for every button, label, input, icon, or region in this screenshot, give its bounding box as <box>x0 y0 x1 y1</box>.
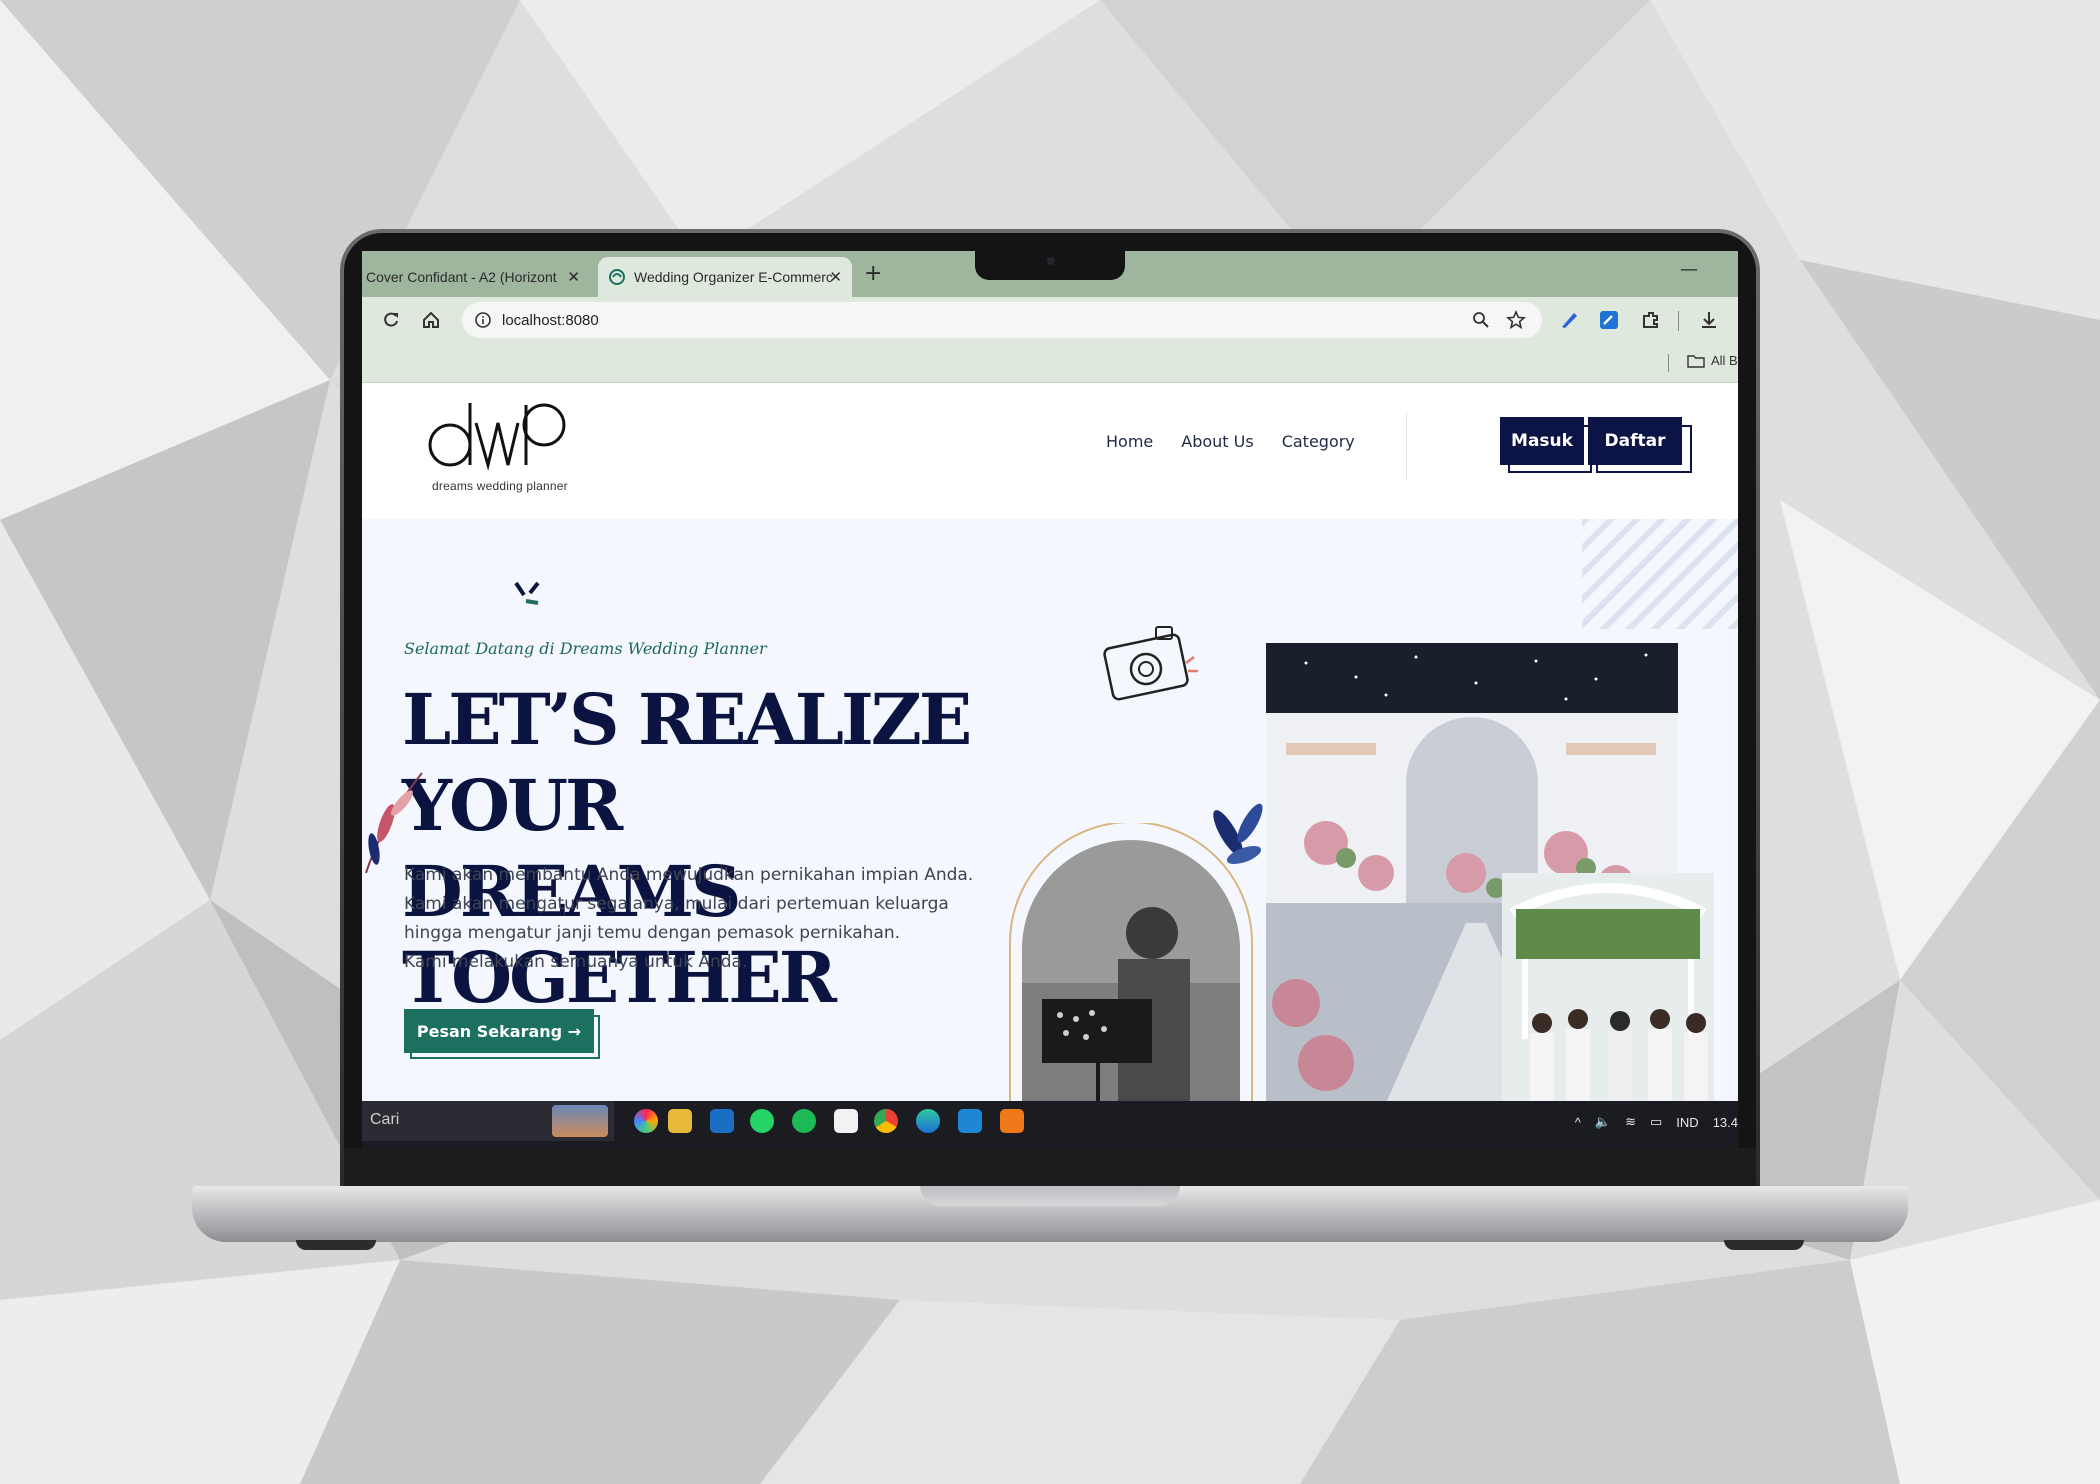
description-line: Kami melakukan semuanya untuk Anda. <box>404 952 748 972</box>
wifi-icon[interactable]: ≋ <box>1625 1114 1636 1130</box>
main-nav: Home About Us Category <box>1106 432 1355 451</box>
url-text: localhost:8080 <box>502 311 599 329</box>
store-icon[interactable] <box>834 1109 858 1133</box>
clock[interactable]: 13.4 <box>1713 1115 1738 1130</box>
whatsapp-icon[interactable] <box>750 1109 774 1133</box>
decorative-stripes <box>1582 519 1738 629</box>
extension-pen-icon[interactable] <box>1558 309 1580 331</box>
extension-edit-icon[interactable] <box>1598 309 1620 331</box>
hero-description: Kami akan membantu Anda mewujudkan perni… <box>404 861 1004 977</box>
toolbar-divider <box>1678 311 1679 331</box>
chrome-icon[interactable] <box>874 1109 898 1133</box>
close-icon[interactable]: ✕ <box>829 268 842 286</box>
order-now-button[interactable]: Pesan Sekarang → <box>404 1009 594 1053</box>
star-icon[interactable] <box>1506 310 1526 330</box>
windows-taskbar: Cari ^ 🔈 ≋ ▭ IND 13.4 <box>362 1101 1738 1148</box>
tab-inactive[interactable]: Cover Confidant - A2 (Horizont ✕ <box>362 257 590 297</box>
laptop-foot <box>296 1240 376 1250</box>
language-indicator[interactable]: IND <box>1676 1115 1698 1130</box>
site-favicon-icon <box>609 269 625 285</box>
outlook-icon[interactable] <box>710 1109 734 1133</box>
close-icon[interactable]: ✕ <box>567 268 580 286</box>
reload-icon[interactable] <box>380 309 402 331</box>
logo-subtitle: dreams wedding planner <box>432 479 568 493</box>
spotify-icon[interactable] <box>792 1109 816 1133</box>
edge-icon[interactable] <box>916 1109 940 1133</box>
tab-active[interactable]: Wedding Organizer E-Commerc ✕ <box>598 257 852 297</box>
bookmark-divider <box>1668 354 1669 372</box>
nav-about-us[interactable]: About Us <box>1181 432 1253 451</box>
tab-title: Wedding Organizer E-Commerc <box>634 269 833 285</box>
hero-tagline: Selamat Datang di Dreams Wedding Planner <box>404 639 767 658</box>
home-icon[interactable] <box>420 309 442 331</box>
download-icon[interactable] <box>1698 309 1720 331</box>
copilot-icon[interactable] <box>634 1109 658 1133</box>
dwp-logo[interactable] <box>422 393 572 473</box>
nav-category[interactable]: Category <box>1282 432 1355 451</box>
screen: Cover Confidant - A2 (Horizont ✕ Wedding… <box>362 251 1738 1148</box>
web-page: dreams wedding planner Home About Us Cat… <box>362 383 1738 1101</box>
gazebo-team-photo <box>1502 873 1714 1101</box>
description-line: Kami akan membantu Anda mewujudkan perni… <box>404 865 974 885</box>
login-button[interactable]: Masuk <box>1500 417 1584 465</box>
description-line: hingga mengatur janji temu dengan pemaso… <box>404 923 901 943</box>
address-bar[interactable]: localhost:8080 <box>462 302 1542 338</box>
volume-icon[interactable]: 🔈 <box>1595 1114 1611 1130</box>
extensions-puzzle-icon[interactable] <box>1640 309 1662 331</box>
battery-icon[interactable]: ▭ <box>1650 1114 1662 1130</box>
system-tray: ^ 🔈 ≋ ▭ IND 13.4 <box>1575 1114 1738 1130</box>
browser-toolbar: localhost:8080 <box>362 297 1738 343</box>
register-button[interactable]: Daftar <box>1588 417 1682 465</box>
minimize-button[interactable]: — <box>1680 259 1698 280</box>
laptop-opening-notch <box>920 1186 1180 1206</box>
file-explorer-icon[interactable] <box>668 1109 692 1133</box>
tab-title: Cover Confidant - A2 (Horizont <box>366 269 557 285</box>
site-header: dreams wedding planner Home About Us Cat… <box>362 383 1738 519</box>
bookmarks-label: All B <box>1711 353 1738 368</box>
sparkle-icon <box>514 581 540 605</box>
chevron-up-icon[interactable]: ^ <box>1575 1115 1581 1130</box>
vscode-icon[interactable] <box>958 1109 982 1133</box>
nav-divider <box>1406 413 1407 479</box>
folder-icon <box>1687 354 1705 368</box>
new-tab-button[interactable]: + <box>864 261 882 286</box>
zoom-icon[interactable] <box>1472 311 1490 329</box>
search-highlight-image <box>552 1105 608 1137</box>
all-bookmarks-button[interactable]: All B <box>1687 353 1738 368</box>
description-line: Kami akan mengatur segalanya, mulai dari… <box>404 894 949 914</box>
site-info-icon[interactable] <box>474 311 492 329</box>
camera-icon <box>1047 257 1055 265</box>
nav-home[interactable]: Home <box>1106 432 1153 451</box>
bookmarks-bar: All B <box>362 343 1738 383</box>
laptop-foot <box>1724 1240 1804 1250</box>
laptop-chin <box>344 1148 1756 1186</box>
xampp-icon[interactable] <box>1000 1109 1024 1133</box>
